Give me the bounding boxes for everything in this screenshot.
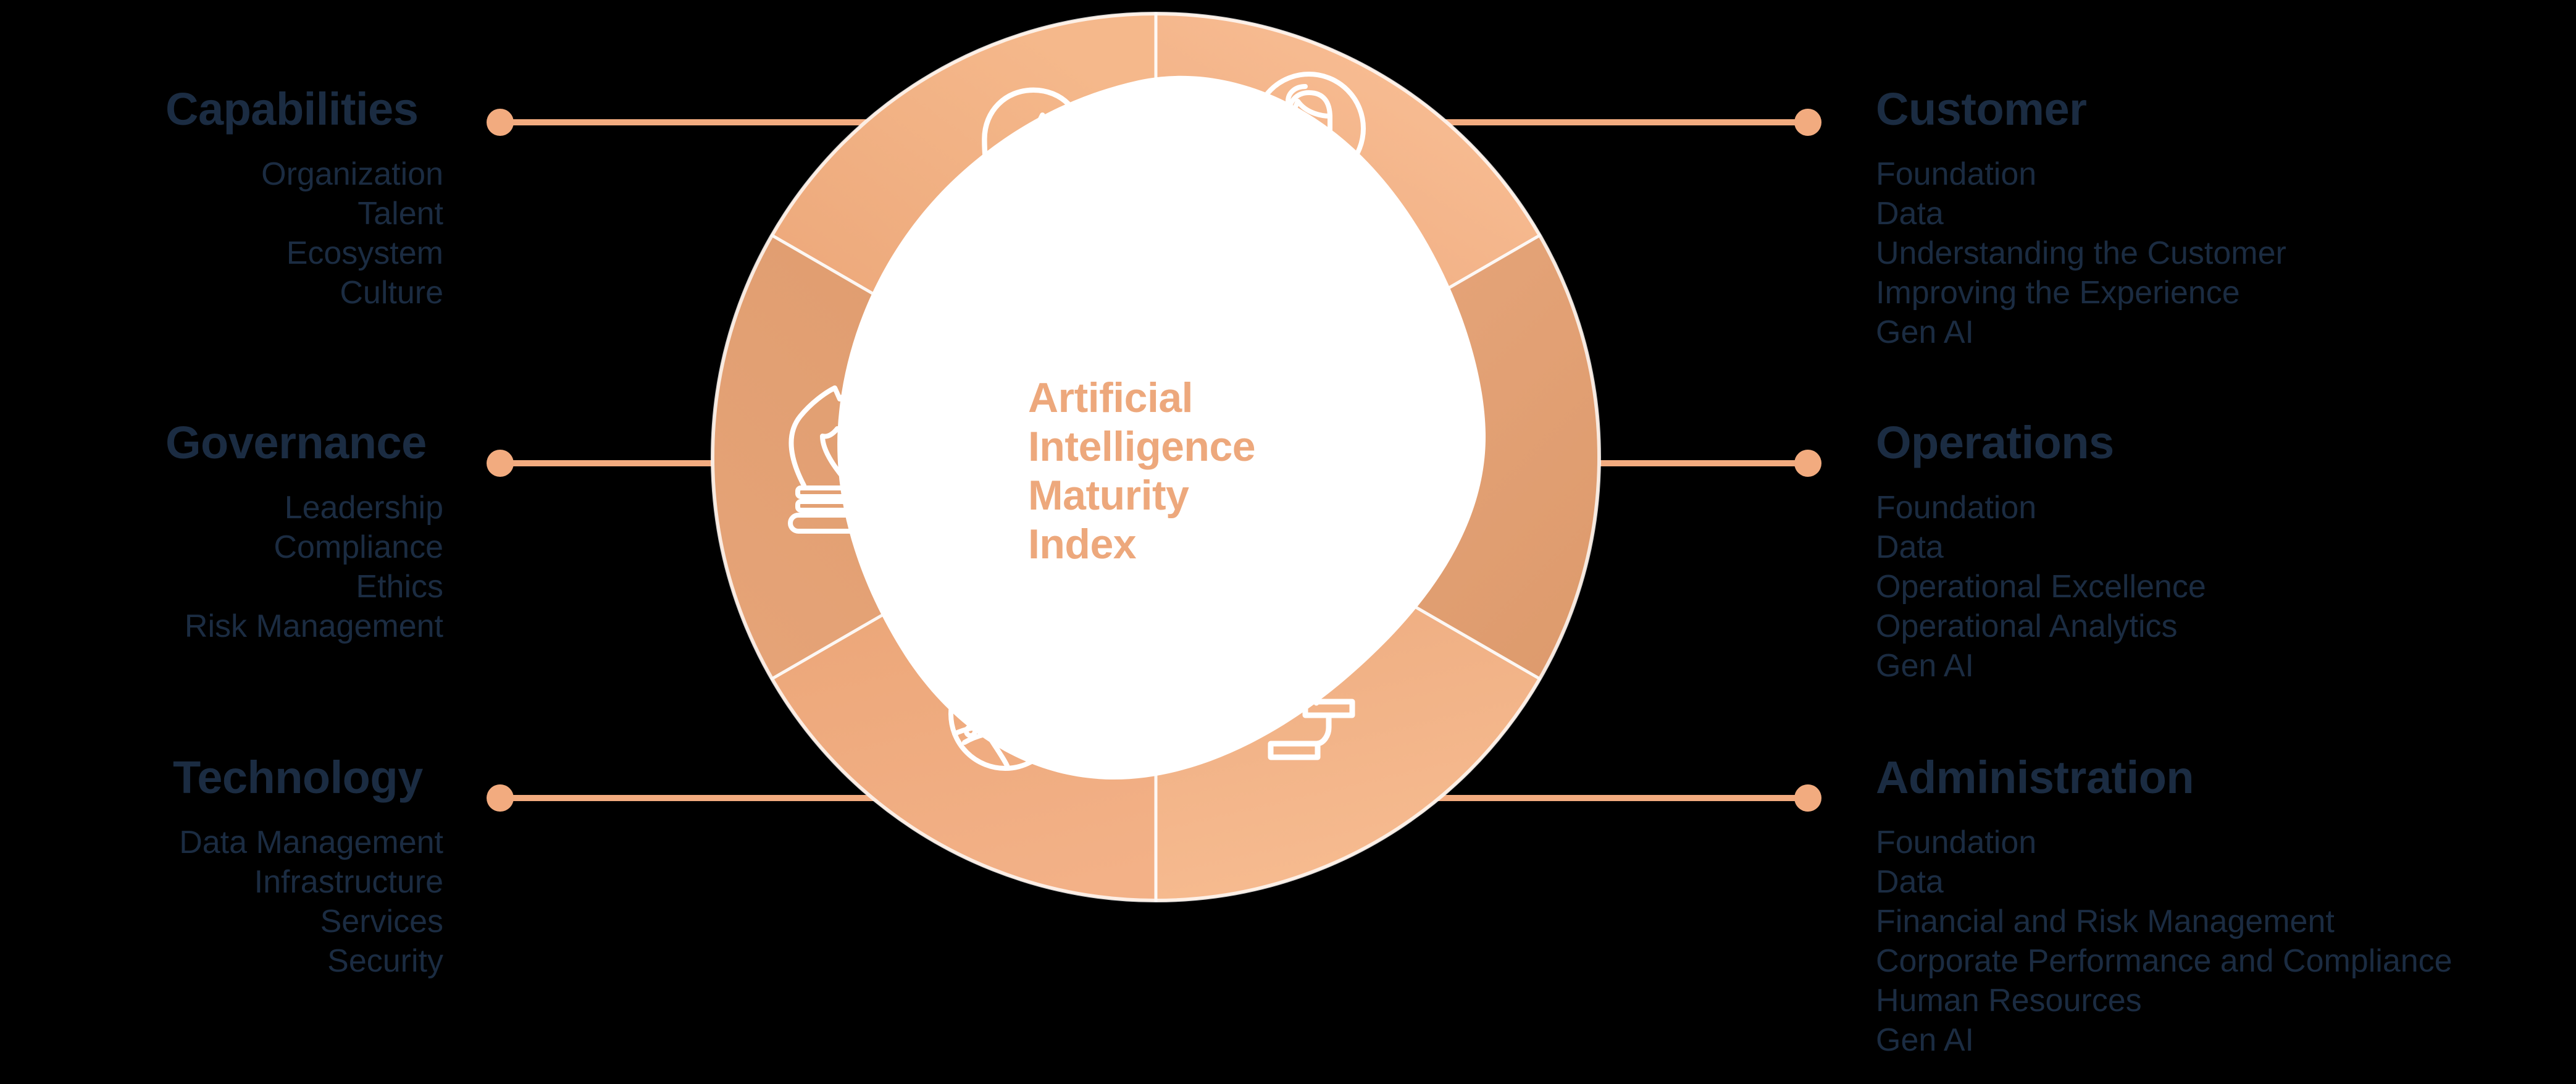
category-panel-governance: Governance Leadership Compliance Ethics … xyxy=(0,420,443,646)
list-item: Data xyxy=(1876,529,1944,565)
list-item: Ecosystem xyxy=(286,235,443,271)
category-title-customer: Customer xyxy=(1876,83,2087,135)
connector-dot-customer xyxy=(1794,109,1821,136)
list-item: Data xyxy=(1876,196,1944,232)
list-item: Organization xyxy=(261,156,443,192)
list-item: Operational Analytics xyxy=(1876,608,2178,644)
diagram-canvas: Capabilities Organization Talent Ecosyst… xyxy=(0,0,2576,1084)
category-title-operations: Operations xyxy=(1876,417,2114,468)
list-item: Compliance xyxy=(274,529,443,565)
category-items-operations: Foundation Data Operational Excellence O… xyxy=(1876,488,2206,686)
list-item: Data Management xyxy=(179,825,443,860)
category-title-governance: Governance xyxy=(165,417,427,468)
list-item: Understanding the Customer xyxy=(1876,235,2286,271)
connector-dot-governance xyxy=(487,450,514,477)
category-panel-capabilities: Capabilities Organization Talent Ecosyst… xyxy=(0,86,443,313)
list-item: Gen AI xyxy=(1876,314,1974,350)
connector-dot-administration xyxy=(1794,784,1821,812)
list-item: Gen AI xyxy=(1876,1022,1974,1058)
category-title-administration: Administration xyxy=(1876,752,2194,803)
list-item: Financial and Risk Management xyxy=(1876,904,2335,939)
list-item: Risk Management xyxy=(184,608,443,644)
category-items-governance: Leadership Compliance Ethics Risk Manage… xyxy=(0,488,443,646)
list-item: Foundation xyxy=(1876,490,2037,526)
list-item: Services xyxy=(320,904,443,939)
category-panel-customer: Customer Foundation Data Understanding t… xyxy=(1876,86,2286,352)
category-title-capabilities: Capabilities xyxy=(165,83,419,135)
category-items-technology: Data Management Infrastructure Services … xyxy=(0,823,443,981)
connector-dot-operations xyxy=(1794,450,1821,477)
category-items-administration: Foundation Data Financial and Risk Manag… xyxy=(1876,823,2453,1060)
list-item: Improving the Experience xyxy=(1876,275,2240,311)
category-panel-technology: Technology Data Management Infrastructur… xyxy=(0,755,443,981)
category-items-customer: Foundation Data Understanding the Custom… xyxy=(1876,154,2286,352)
category-items-capabilities: Organization Talent Ecosystem Culture xyxy=(0,154,443,313)
list-item: Gen AI xyxy=(1876,648,1974,684)
category-title-technology: Technology xyxy=(173,752,423,803)
list-item: Data xyxy=(1876,864,1944,900)
maturity-wheel xyxy=(706,7,1605,907)
category-panel-operations: Operations Foundation Data Operational E… xyxy=(1876,420,2206,686)
list-item: Foundation xyxy=(1876,825,2037,860)
list-item: Human Resources xyxy=(1876,983,2142,1019)
list-item: Corporate Performance and Compliance xyxy=(1876,943,2453,979)
category-panel-administration: Administration Foundation Data Financial… xyxy=(1876,755,2453,1060)
list-item: Ethics xyxy=(356,569,443,605)
connector-dot-capabilities xyxy=(487,109,514,136)
list-item: Foundation xyxy=(1876,156,2037,192)
connector-dot-technology xyxy=(487,784,514,812)
list-item: Security xyxy=(327,943,443,979)
list-item: Operational Excellence xyxy=(1876,569,2206,605)
list-item: Leadership xyxy=(284,490,443,526)
list-item: Infrastructure xyxy=(254,864,443,900)
list-item: Talent xyxy=(358,196,443,232)
list-item: Culture xyxy=(340,275,443,311)
